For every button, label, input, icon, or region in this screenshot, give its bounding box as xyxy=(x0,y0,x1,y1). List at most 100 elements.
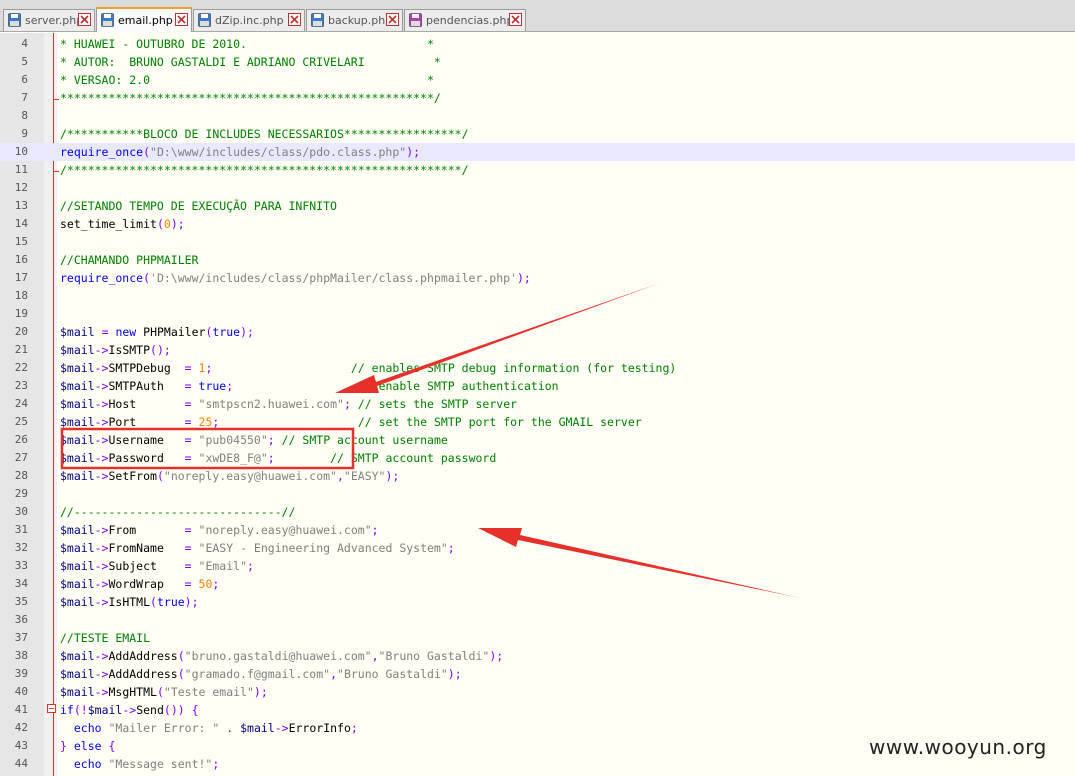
code-text: $mail->SMTPAuth = true; // enable SMTP a… xyxy=(60,377,559,395)
line-number: 36 xyxy=(14,613,28,626)
line-number: 33 xyxy=(14,559,28,572)
code-line[interactable]: 30 //------------------------------// xyxy=(0,503,1075,521)
code-line[interactable]: 25 $mail->Port = 25; // set the SMTP port… xyxy=(0,413,1075,431)
code-line[interactable]: 36 xyxy=(0,611,1075,629)
code-text: $mail->SetFrom("noreply.easy@huawei.com"… xyxy=(60,467,399,485)
code-token-op: -> xyxy=(94,415,109,429)
code-line[interactable]: 31 $mail->From = "noreply.easy@huawei.com… xyxy=(0,521,1075,539)
code-line[interactable]: 32 $mail->FromName = "EASY - Engineering … xyxy=(0,539,1075,557)
code-line[interactable]: 10 require_once("D:\www/includes/class/pd… xyxy=(0,143,1075,161)
code-line[interactable]: 16 //CHAMANDO PHPMAILER xyxy=(0,251,1075,269)
code-line[interactable]: 9 /***********BLOCO DE INCLUDES NECESSARI… xyxy=(0,125,1075,143)
watermark: www.wooyun.org xyxy=(869,735,1047,759)
line-number: 39 xyxy=(14,667,28,680)
tab-bar: server.php email.php dZip.inc.php backup.ph… xyxy=(0,0,1075,32)
code-line[interactable]: 22 $mail->SMTPDebug = 1; // enables SMTP … xyxy=(0,359,1075,377)
saved-file-icon xyxy=(198,13,211,27)
code-line[interactable]: 13 //SETANDO TEMPO DE EXECUÇÃO PARA INFNI… xyxy=(0,197,1075,215)
code-token-fn: FromName xyxy=(108,541,185,555)
code-text: $mail->WordWrap = 50; xyxy=(60,575,219,593)
code-text: //------------------------------// xyxy=(60,503,295,521)
code-line[interactable]: 34 $mail->WordWrap = 50; xyxy=(0,575,1075,593)
code-text: /***************************************… xyxy=(60,161,469,179)
line-number: 27 xyxy=(14,451,28,464)
code-token-var: $mail xyxy=(60,379,95,393)
tab-label: server.php xyxy=(25,14,84,27)
code-line[interactable]: 20 $mail = new PHPMailer(true); xyxy=(0,323,1075,341)
code-line[interactable]: 29 xyxy=(0,485,1075,503)
tab-email-php[interactable]: email.php xyxy=(96,7,192,32)
code-line[interactable]: 14 set_time_limit(0); xyxy=(0,215,1075,233)
code-line[interactable]: 15 xyxy=(0,233,1075,251)
close-icon[interactable] xyxy=(175,13,188,26)
code-token-op: = xyxy=(101,325,109,339)
code-token-kw: require_once xyxy=(60,271,144,285)
code-line[interactable]: 8 xyxy=(0,107,1075,125)
line-number: 19 xyxy=(14,307,28,320)
code-token-str: "bruno.gastaldi@huawei.com" xyxy=(184,649,372,663)
code-line[interactable]: 33 $mail->Subject = "Email"; xyxy=(0,557,1075,575)
code-token-op: ); xyxy=(170,217,185,231)
code-line[interactable]: 24 $mail->Host = "smtpscn2.huawei.com"; /… xyxy=(0,395,1075,413)
code-line[interactable]: 40 $mail->MsgHTML("Teste email"); xyxy=(0,683,1075,701)
code-token-kw: true xyxy=(156,595,185,609)
code-token-op: ( xyxy=(156,685,164,699)
code-token-fn: Username xyxy=(108,433,185,447)
code-line[interactable]: 39 $mail->AddAddress("gramado.f@gmail.com… xyxy=(0,665,1075,683)
code-text: * VERSAO: 2.0 * xyxy=(60,71,434,89)
code-text: //SETANDO TEMPO DE EXECUÇÃO PARA INFNITO xyxy=(60,197,337,215)
code-line[interactable]: 7 ***************************************… xyxy=(0,89,1075,107)
tab-server-php[interactable]: server.php xyxy=(3,9,95,31)
line-number: 29 xyxy=(14,487,28,500)
fold-toggle-icon[interactable] xyxy=(47,704,56,713)
code-token-fn: SetFrom xyxy=(108,469,157,483)
code-line[interactable]: 4 * HUAWEI - OUTUBRO DE 2010. * xyxy=(0,35,1075,53)
code-line[interactable]: 23 $mail->SMTPAuth = true; // enable SMTP… xyxy=(0,377,1075,395)
fold-end-marker xyxy=(53,99,59,100)
code-token-num: 25 xyxy=(198,415,213,429)
code-line[interactable]: 26 $mail->Username = "pub04550"; // SMTP … xyxy=(0,431,1075,449)
code-line[interactable]: 19 xyxy=(0,305,1075,323)
code-token-str: "Bruno Gastaldi" xyxy=(337,667,448,681)
tab-pendencias-php[interactable]: pendencias.php xyxy=(404,9,526,31)
code-token-fn xyxy=(192,451,199,465)
code-line[interactable]: 17 require_once('D:\www/includes/class/ph… xyxy=(0,269,1075,287)
close-icon[interactable] xyxy=(386,13,399,26)
code-line[interactable]: 12 xyxy=(0,179,1075,197)
tab-backup-php[interactable]: backup.php xyxy=(306,9,403,31)
code-text: $mail->MsgHTML("Teste email"); xyxy=(60,683,268,701)
code-token-op: ; xyxy=(343,397,351,411)
code-line[interactable]: 5 * AUTOR: BRUNO GASTALDI E ADRIANO CRIVE… xyxy=(0,53,1075,71)
code-editor[interactable]: 4 * HUAWEI - OUTUBRO DE 2010. * 5 * AUTOR: … xyxy=(0,33,1075,776)
code-token-op: = xyxy=(184,451,192,465)
code-line[interactable]: 6 * VERSAO: 2.0 * xyxy=(0,71,1075,89)
code-text: //TESTE EMAIL xyxy=(60,629,150,647)
code-token-op: = xyxy=(184,541,192,555)
code-token-op: , xyxy=(336,469,344,483)
code-token-op: ( xyxy=(143,271,151,285)
code-token-op: ); xyxy=(253,685,268,699)
code-token-op: -> xyxy=(122,703,137,717)
code-token-comment: * AUTOR: BRUNO GASTALDI E ADRIANO CRIVEL… xyxy=(60,55,441,69)
code-token-str: "D:\www/includes/class/pdo.class.php" xyxy=(150,145,407,159)
code-token-op: ; xyxy=(267,433,275,447)
close-icon[interactable] xyxy=(509,13,522,26)
code-line[interactable]: 41 if(!$mail->Send()) { xyxy=(0,701,1075,719)
close-icon[interactable] xyxy=(78,13,91,26)
code-token-str: "Email" xyxy=(198,559,247,573)
tab-dzip-inc-php[interactable]: dZip.inc.php xyxy=(193,9,305,31)
code-line[interactable]: 38 $mail->AddAddress("bruno.gastaldi@huaw… xyxy=(0,647,1075,665)
code-text: //CHAMANDO PHPMAILER xyxy=(60,251,198,269)
code-line[interactable]: 11 /*************************************… xyxy=(0,161,1075,179)
code-token-fn: AddAddress xyxy=(108,667,178,681)
code-line[interactable]: 35 $mail->IsHTML(true); xyxy=(0,593,1075,611)
code-line[interactable]: 21 $mail->IsSMTP(); xyxy=(0,341,1075,359)
code-token-op: ; xyxy=(267,451,275,465)
code-line[interactable]: 27 $mail->Password = "xwDE8_F@"; // SMTP … xyxy=(0,449,1075,467)
code-line[interactable]: 37 //TESTE EMAIL xyxy=(0,629,1075,647)
code-text: $mail->SMTPDebug = 1; // enables SMTP de… xyxy=(60,359,676,377)
code-line[interactable]: 28 $mail->SetFrom("noreply.easy@huawei.co… xyxy=(0,467,1075,485)
close-icon[interactable] xyxy=(288,13,301,26)
code-token-fn xyxy=(192,415,199,429)
code-line[interactable]: 18 xyxy=(0,287,1075,305)
